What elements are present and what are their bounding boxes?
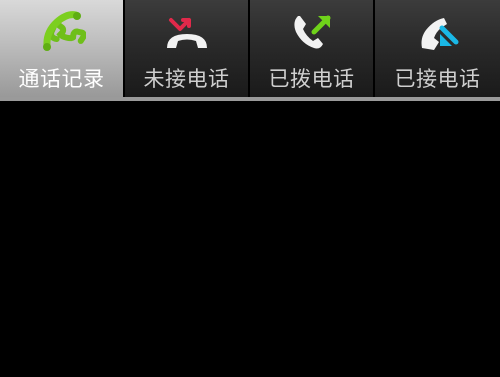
- outgoing-call-icon: [288, 10, 336, 54]
- tab-incoming-calls[interactable]: 已接电话: [375, 0, 500, 97]
- tab-call-log[interactable]: 通话记录: [0, 0, 125, 97]
- tab-call-log-label: 通话记录: [18, 67, 105, 91]
- tab-missed-calls-label: 未接电话: [143, 67, 230, 91]
- call-list-area: [0, 101, 500, 377]
- incoming-call-icon: [414, 10, 462, 54]
- tab-missed-calls[interactable]: 未接电话: [125, 0, 250, 97]
- tab-incoming-calls-label: 已接电话: [394, 67, 481, 91]
- call-log-tab-bar: 通话记录 未接电话 已拨电话 已接电话: [0, 0, 500, 101]
- phone-handset-icon: [38, 10, 86, 54]
- missed-call-icon: [163, 10, 211, 54]
- tab-outgoing-calls[interactable]: 已拨电话: [250, 0, 375, 97]
- tab-outgoing-calls-label: 已拨电话: [268, 67, 355, 91]
